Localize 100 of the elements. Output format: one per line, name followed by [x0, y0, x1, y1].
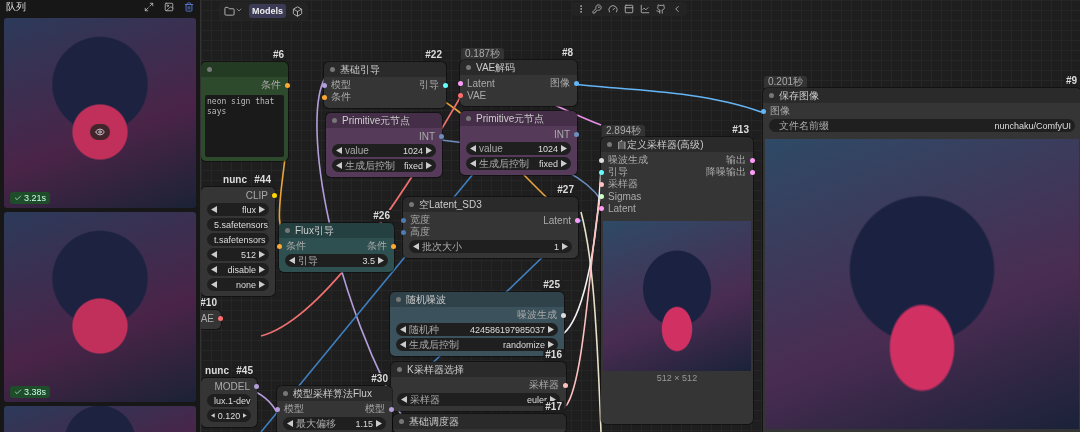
- graph-node[interactable]: 基础引导 模型 条件 引导: [324, 62, 446, 108]
- box-icon[interactable]: [292, 5, 303, 17]
- decrement-arrow-icon[interactable]: [336, 147, 342, 154]
- collapse-dot-icon[interactable]: [330, 67, 335, 72]
- output-socket[interactable]: [391, 243, 396, 249]
- increment-arrow-icon[interactable]: [378, 257, 384, 264]
- increment-arrow-icon[interactable]: [259, 266, 265, 273]
- increment-arrow-icon[interactable]: [548, 341, 554, 348]
- input-socket[interactable]: [599, 205, 604, 211]
- graph-node[interactable]: Primitive元节点 INT value 1024 生成后控制 fixed: [460, 111, 577, 175]
- decrement-arrow-icon[interactable]: [413, 243, 419, 250]
- graph-node[interactable]: Flux引导 条件 条件 引导 3.5: [279, 223, 394, 272]
- collapse-dot-icon[interactable]: [397, 367, 402, 372]
- github-icon[interactable]: [656, 4, 666, 14]
- increment-arrow-icon[interactable]: [548, 326, 554, 333]
- prompt-text-field[interactable]: neon sign that says: [205, 95, 284, 157]
- input-socket[interactable]: [599, 169, 604, 175]
- value-stepper[interactable]: lux.1-dev: [207, 394, 251, 407]
- output-socket[interactable]: [285, 82, 290, 88]
- increment-arrow-icon[interactable]: [259, 206, 265, 213]
- output-socket[interactable]: [254, 383, 259, 389]
- key-icon[interactable]: [592, 4, 602, 14]
- value-stepper[interactable]: t.safetensors: [207, 233, 269, 246]
- collapse-dot-icon[interactable]: [285, 228, 290, 233]
- decrement-arrow-icon[interactable]: [211, 251, 217, 258]
- decrement-arrow-icon[interactable]: [289, 257, 295, 264]
- graph-node[interactable]: MODEL lux.1-dev 0.120: [201, 378, 257, 427]
- value-stepper[interactable]: 5.safetensors: [207, 218, 269, 231]
- increment-arrow-icon[interactable]: [259, 281, 265, 288]
- value-stepper[interactable]: disable: [207, 263, 269, 276]
- value-stepper[interactable]: none: [207, 278, 269, 291]
- value-stepper[interactable]: 生成后控制 randomize: [396, 338, 558, 351]
- value-stepper[interactable]: 0.120: [207, 409, 251, 422]
- decrement-arrow-icon[interactable]: [211, 412, 215, 419]
- input-socket[interactable]: [761, 108, 766, 114]
- decrement-arrow-icon[interactable]: [211, 281, 217, 288]
- output-socket[interactable]: [574, 80, 579, 86]
- increment-arrow-icon[interactable]: [259, 251, 265, 258]
- node-header[interactable]: 空Latent_SD3: [403, 197, 578, 212]
- chart-icon[interactable]: [640, 4, 650, 14]
- input-socket[interactable]: [401, 217, 406, 223]
- value-stepper[interactable]: 生成后控制 fixed: [466, 157, 571, 170]
- node-header[interactable]: 模型采样算法Flux: [277, 386, 392, 401]
- output-socket[interactable]: [389, 406, 394, 412]
- graph-node[interactable]: CLIP flux 5.safetensors t.safetensors 512 disable none: [201, 187, 275, 296]
- input-socket[interactable]: [275, 406, 280, 412]
- increment-arrow-icon[interactable]: [562, 243, 568, 250]
- graph-node[interactable]: 模型采样算法Flux 模型 模型 最大偏移 1.15: [277, 386, 392, 432]
- expand-icon[interactable]: [144, 2, 154, 12]
- collapse-dot-icon[interactable]: [466, 116, 471, 121]
- collapse-dot-icon[interactable]: [466, 65, 471, 70]
- node-header[interactable]: 随机噪波: [390, 292, 564, 307]
- graph-node[interactable]: 空Latent_SD3 宽度 高度 Latent 批次大小 1: [403, 197, 578, 258]
- graph-node[interactable]: VAE解码 Latent VAE 图像: [460, 60, 577, 106]
- input-socket[interactable]: [322, 82, 327, 88]
- photo-placeholder[interactable]: 3.21s: [4, 18, 196, 208]
- value-stepper[interactable]: value 1024: [466, 142, 571, 155]
- output-socket[interactable]: [561, 312, 566, 318]
- value-stepper[interactable]: 生成后控制 fixed: [332, 159, 436, 172]
- graph-node[interactable]: AE: [201, 310, 221, 329]
- output-socket[interactable]: [218, 315, 223, 321]
- output-socket[interactable]: [563, 382, 568, 388]
- collapse-dot-icon[interactable]: [399, 419, 404, 424]
- models-button[interactable]: Models: [249, 4, 286, 18]
- node-header[interactable]: Flux引导: [279, 223, 394, 238]
- collapse-dot-icon[interactable]: [396, 297, 401, 302]
- node-header[interactable]: 自定义采样器(高级): [601, 137, 753, 152]
- increment-arrow-icon[interactable]: [561, 160, 567, 167]
- value-stepper[interactable]: 批次大小 1: [409, 240, 572, 253]
- graph-node[interactable]: 保存图像 图像 文件名前缀 nunchaku/ComfyUI: [763, 88, 1080, 432]
- output-socket[interactable]: [750, 169, 755, 175]
- collapse-dot-icon[interactable]: [409, 202, 414, 207]
- input-socket[interactable]: [458, 80, 463, 86]
- increment-arrow-icon[interactable]: [376, 420, 382, 427]
- decrement-arrow-icon[interactable]: [336, 162, 342, 169]
- folder-icon[interactable]: [224, 5, 243, 17]
- text-input-field[interactable]: 文件名前缀 nunchaku/ComfyUI: [769, 119, 1075, 132]
- decrement-arrow-icon[interactable]: [287, 420, 293, 427]
- gauge-icon[interactable]: [608, 4, 618, 14]
- collapse-dot-icon[interactable]: [607, 142, 612, 147]
- input-socket[interactable]: [458, 92, 463, 98]
- increment-arrow-icon[interactable]: [426, 147, 432, 154]
- trash-icon[interactable]: [184, 2, 194, 12]
- increment-arrow-icon[interactable]: [561, 145, 567, 152]
- image-icon[interactable]: [164, 2, 174, 12]
- value-stepper[interactable]: 512: [207, 248, 269, 261]
- input-socket[interactable]: [599, 181, 604, 187]
- graph-node[interactable]: Primitive元节点 INT value 1024 生成后控制 fixed: [326, 113, 442, 177]
- input-socket[interactable]: [277, 243, 282, 249]
- node-header[interactable]: VAE解码: [460, 60, 577, 75]
- node-header[interactable]: 保存图像: [763, 88, 1080, 103]
- output-socket[interactable]: [750, 157, 755, 163]
- input-socket[interactable]: [599, 157, 604, 163]
- eye-icon[interactable]: [90, 124, 110, 140]
- decrement-arrow-icon[interactable]: [400, 341, 406, 348]
- chevron-left-icon[interactable]: [672, 4, 682, 14]
- node-canvas[interactable]: [201, 0, 1080, 432]
- decrement-arrow-icon[interactable]: [401, 396, 407, 403]
- node-header[interactable]: Primitive元节点: [326, 113, 442, 128]
- collapse-dot-icon[interactable]: [283, 391, 288, 396]
